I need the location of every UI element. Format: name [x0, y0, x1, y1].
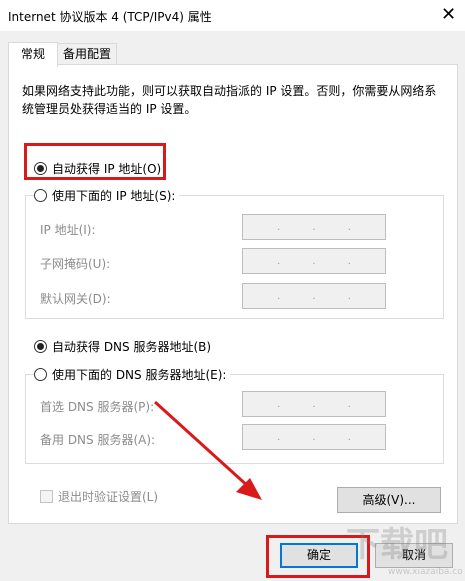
- watermark-graphic: 下载吧 www.xiazaiba.com: [346, 525, 465, 577]
- arrow-head: [236, 478, 262, 500]
- watermark-text: 下载吧: [346, 525, 448, 565]
- tab-general[interactable]: 常规: [8, 42, 58, 67]
- arrow-shaft: [153, 400, 252, 490]
- watermark-logo: 下载吧 www.xiazaiba.com: [338, 514, 465, 578]
- annotation-arrow: [153, 400, 262, 500]
- watermark-url: www.xiazaiba.com: [388, 567, 463, 577]
